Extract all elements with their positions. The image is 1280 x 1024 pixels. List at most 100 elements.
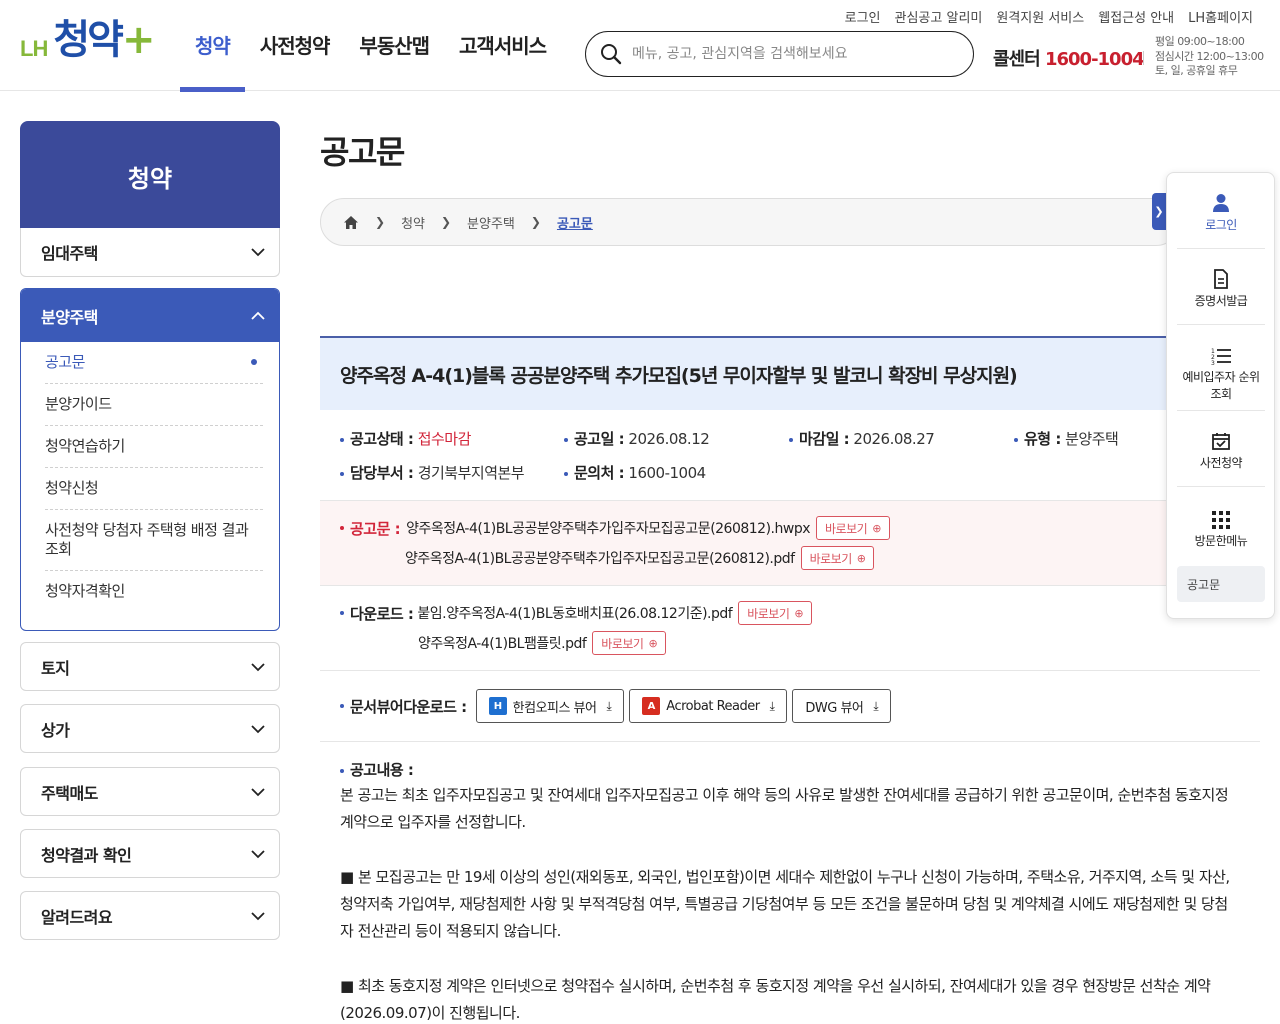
- sidebar-item-info[interactable]: 알려드려요: [20, 891, 280, 940]
- nav-cheongyak[interactable]: 청약: [180, 0, 245, 92]
- chevron-down-icon: [251, 248, 265, 257]
- chevron-down-icon: [251, 724, 265, 733]
- view-button[interactable]: 바로보기 ⊕: [738, 601, 813, 625]
- view-button[interactable]: 바로보기 ⊕: [800, 546, 875, 570]
- file-name[interactable]: 양주옥정A-4(1)BL공공분양주택추가입주자모집공고문(260812).pdf: [405, 548, 795, 568]
- meta-label: 공고상태 :: [350, 430, 414, 448]
- search-box[interactable]: [585, 31, 974, 77]
- submenu-notice[interactable]: 공고문: [45, 342, 263, 384]
- breadcrumb-current[interactable]: 공고문: [557, 213, 593, 232]
- bullet-icon: [1014, 437, 1018, 442]
- sidebar-item-label: 청약결과 확인: [41, 845, 132, 865]
- meta-label: 마감일 :: [799, 430, 850, 448]
- file-name[interactable]: 양주옥정A-4(1)BL팸플릿.pdf: [418, 633, 587, 653]
- quick-menu: 로그인 증명서발급 123 예비입주자 순위 조회 사전청약 방문한메뉴 공고문: [1166, 172, 1275, 619]
- meta-label: 유형 :: [1024, 430, 1061, 448]
- chevron-down-icon: [251, 662, 265, 671]
- submenu-pre-result[interactable]: 사전청약 당첨자 주택형 배정 결과 조회: [45, 510, 263, 571]
- list-icon: 123: [1177, 339, 1265, 365]
- content-paragraph: ■ 본 모집공고는 만 19세 이상의 성인(재외동포, 외국인, 법인포함)이…: [340, 868, 1230, 940]
- meta-post-date: 공고일 : 2026.08.12: [564, 428, 710, 449]
- view-button[interactable]: 바로보기 ⊕: [816, 516, 890, 540]
- breadcrumb-item[interactable]: 분양주택: [467, 213, 515, 232]
- sidebar-item-label: 토지: [41, 658, 70, 678]
- sidebar-item-house-sale[interactable]: 주택매도: [20, 767, 280, 816]
- sidebar-item-result[interactable]: 청약결과 확인: [20, 829, 280, 878]
- status-badge: 접수마감: [417, 430, 472, 448]
- file-name[interactable]: 양주옥정A-4(1)BL공공분양주택추가입주자모집공고문(260812).hwp…: [406, 518, 810, 538]
- announcement-file-row: 양주옥정A-4(1)BL공공분양주택추가입주자모집공고문(260812).pdf…: [405, 546, 875, 570]
- submenu-eligibility[interactable]: 청약자격확인: [45, 571, 263, 612]
- content-label-row: 공고내용 :: [340, 757, 1240, 784]
- quick-pre-subscription[interactable]: 사전청약: [1177, 425, 1265, 487]
- sidebar-title: 청약: [20, 121, 280, 231]
- meta-value: 2026.08.12: [628, 430, 710, 448]
- breadcrumb-item[interactable]: 청약: [401, 213, 425, 232]
- sidebar-item-land[interactable]: 토지: [20, 642, 280, 691]
- quick-visited[interactable]: 방문한메뉴: [1177, 503, 1265, 555]
- meta-value: 2026.08.27: [853, 430, 935, 448]
- zoom-icon: ⊕: [856, 551, 866, 565]
- sidebar-item-sale[interactable]: 분양주택: [21, 289, 279, 342]
- submenu-apply[interactable]: 청약신청: [45, 468, 263, 510]
- chevron-down-icon: [251, 911, 265, 920]
- bullet-icon: [340, 611, 344, 615]
- sidebar-item-shop[interactable]: 상가: [20, 704, 280, 753]
- dwg-viewer-button[interactable]: DWG 뷰어 ⤓: [792, 689, 892, 723]
- chevron-up-icon: [251, 311, 265, 320]
- nav-customer-service[interactable]: 고객서비스: [444, 0, 561, 91]
- home-icon[interactable]: [343, 215, 359, 230]
- site-logo[interactable]: LH 청약 +: [20, 18, 155, 62]
- meta-type: 유형 : 분양주택: [1014, 428, 1119, 449]
- grid-icon: [1177, 503, 1265, 529]
- util-lh-home[interactable]: LH홈페이지: [1188, 7, 1253, 26]
- svg-text:3: 3: [1211, 360, 1215, 365]
- viewer-button-label: Acrobat Reader: [666, 698, 760, 714]
- sidebar-submenu: 공고문 분양가이드 청약연습하기 청약신청 사전청약 당첨자 주택형 배정 결과…: [21, 342, 279, 612]
- quick-certificate[interactable]: 증명서발급: [1177, 263, 1265, 325]
- meta-value: 1600-1004: [628, 464, 706, 482]
- chevron-down-icon: [251, 849, 265, 858]
- callcenter-label: 콜센터: [993, 49, 1041, 70]
- util-login[interactable]: 로그인: [845, 7, 881, 26]
- bullet-icon: [340, 704, 344, 708]
- document-icon: [1177, 263, 1265, 289]
- nav-pre-subscription[interactable]: 사전청약: [245, 0, 345, 91]
- quick-item-label: 사전청약: [1199, 456, 1243, 470]
- quick-item-label: 예비입주자 순위 조회: [1182, 370, 1260, 401]
- acrobat-reader-button[interactable]: A Acrobat Reader ⤓: [629, 689, 788, 723]
- callcenter-number: 1600-1004: [1044, 49, 1145, 70]
- util-alert[interactable]: 관심공고 알리미: [895, 7, 983, 26]
- meta-label: 공고일 :: [574, 430, 625, 448]
- recent-menu-item[interactable]: 공고문: [1177, 566, 1265, 602]
- view-button-label: 바로보기: [747, 606, 790, 621]
- search-icon[interactable]: [600, 43, 622, 65]
- search-input[interactable]: [632, 46, 952, 62]
- chevron-down-icon: [251, 787, 265, 796]
- callcenter-hours: 평일 09:00~18:00 점심시간 12:00~13:00 토, 일, 공휴…: [1155, 35, 1264, 79]
- callcenter-divider: [1143, 51, 1144, 65]
- sidebar-item-rental[interactable]: 임대주택: [20, 228, 280, 277]
- util-remote[interactable]: 원격지원 서비스: [996, 7, 1084, 26]
- sidebar-section-sale: 분양주택 공고문 분양가이드 청약연습하기 청약신청 사전청약 당첨자 주택형 …: [20, 288, 280, 631]
- submenu-guide[interactable]: 분양가이드: [45, 384, 263, 426]
- file-name[interactable]: 붙임.양주옥정A-4(1)BL동호배치표(26.08.12기준).pdf: [417, 603, 732, 623]
- page-title: 공고문: [320, 133, 405, 171]
- meta-label: 문의처 :: [574, 464, 625, 482]
- view-button[interactable]: 바로보기 ⊕: [592, 631, 667, 655]
- util-accessibility[interactable]: 웹접근성 안내: [1098, 7, 1174, 26]
- view-button-label: 바로보기: [825, 521, 868, 536]
- quick-waitlist[interactable]: 123 예비입주자 순위 조회: [1177, 339, 1265, 411]
- main-nav: 청약 사전청약 부동산맵 고객서비스: [180, 0, 561, 92]
- zoom-icon: ⊕: [794, 606, 804, 620]
- quick-menu-toggle[interactable]: ❯: [1152, 193, 1166, 230]
- quick-login[interactable]: 로그인: [1177, 187, 1265, 249]
- calendar-check-icon: [1177, 425, 1265, 451]
- acrobat-icon: A: [642, 697, 661, 715]
- bullet-icon: [564, 437, 568, 442]
- hancom-viewer-button[interactable]: H 한컴오피스 뷰어 ⤓: [475, 689, 625, 723]
- meta-contact: 문의처 : 1600-1004: [564, 462, 706, 483]
- submenu-practice[interactable]: 청약연습하기: [45, 426, 263, 468]
- nav-real-estate-map[interactable]: 부동산맵: [344, 0, 444, 91]
- download-file-row: 양주옥정A-4(1)BL팸플릿.pdf 바로보기 ⊕: [418, 631, 667, 655]
